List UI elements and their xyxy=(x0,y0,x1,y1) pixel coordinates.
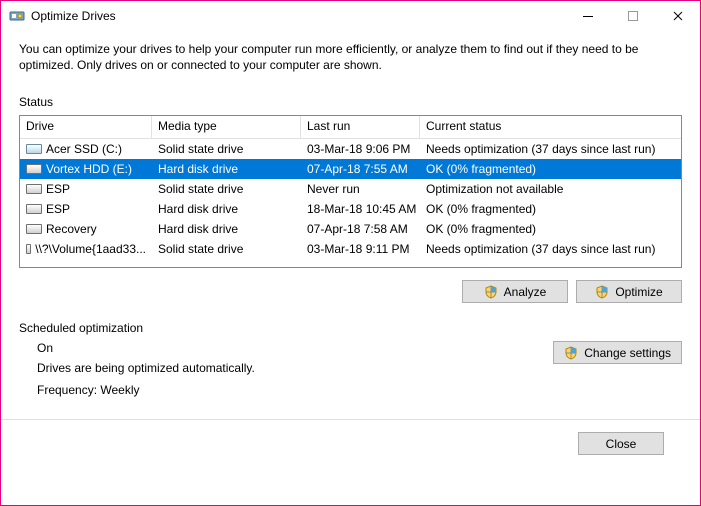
scheduled-label: Scheduled optimization xyxy=(19,321,682,335)
hdd-icon xyxy=(26,204,42,214)
drive-name: ESP xyxy=(46,202,70,216)
drive-name: Recovery xyxy=(46,222,97,236)
col-drive[interactable]: Drive xyxy=(20,116,152,139)
table-row[interactable]: Recovery Hard disk drive07-Apr-18 7:58 AM… xyxy=(20,219,681,239)
scheduled-freq: Frequency: Weekly xyxy=(37,383,533,397)
hdd-icon xyxy=(26,244,31,254)
drive-name: \\?\Volume{1aad33... xyxy=(35,242,146,256)
maximize-button[interactable] xyxy=(610,1,655,31)
intro-text: You can optimize your drives to help you… xyxy=(19,41,682,73)
col-status[interactable]: Current status xyxy=(420,116,681,139)
drive-media: Solid state drive xyxy=(152,182,301,196)
table-header: Drive Media type Last run Current status xyxy=(20,116,681,139)
change-settings-button[interactable]: Change settings xyxy=(553,341,682,364)
drive-name: Acer SSD (C:) xyxy=(46,142,122,156)
close-label: Close xyxy=(606,437,637,451)
ssd-icon xyxy=(26,144,42,154)
analyze-label: Analyze xyxy=(504,285,547,299)
status-label: Status xyxy=(19,95,682,109)
drive-media: Hard disk drive xyxy=(152,162,301,176)
scheduled-on: On xyxy=(37,341,533,355)
drive-last: 03-Mar-18 9:06 PM xyxy=(301,142,420,156)
close-button[interactable]: Close xyxy=(578,432,664,455)
table-row[interactable]: ESP Hard disk drive18-Mar-18 10:45 AMOK (… xyxy=(20,199,681,219)
minimize-button[interactable] xyxy=(565,1,610,31)
change-settings-label: Change settings xyxy=(584,346,671,360)
shield-icon xyxy=(564,346,578,360)
close-window-button[interactable] xyxy=(655,1,700,31)
drive-status: OK (0% fragmented) xyxy=(420,222,681,236)
shield-icon xyxy=(595,285,609,299)
drive-name: ESP xyxy=(46,182,70,196)
hdd-icon xyxy=(26,224,42,234)
drive-media: Solid state drive xyxy=(152,242,301,256)
drive-last: 07-Apr-18 7:55 AM xyxy=(301,162,420,176)
table-row[interactable]: \\?\Volume{1aad33... Solid state drive03-… xyxy=(20,239,681,259)
window-title: Optimize Drives xyxy=(31,9,565,23)
scheduled-desc: Drives are being optimized automatically… xyxy=(37,361,533,375)
titlebar: Optimize Drives xyxy=(1,1,700,31)
optimize-button[interactable]: Optimize xyxy=(576,280,682,303)
hdd-icon xyxy=(26,184,42,194)
drive-last: 07-Apr-18 7:58 AM xyxy=(301,222,420,236)
drive-status: Needs optimization (37 days since last r… xyxy=(420,242,681,256)
drive-status: OK (0% fragmented) xyxy=(420,162,681,176)
app-icon xyxy=(9,8,25,24)
drive-status: OK (0% fragmented) xyxy=(420,202,681,216)
table-row[interactable]: Acer SSD (C:) Solid state drive03-Mar-18 … xyxy=(20,139,681,159)
drive-last: Never run xyxy=(301,182,420,196)
drive-status: Needs optimization (37 days since last r… xyxy=(420,142,681,156)
drive-media: Hard disk drive xyxy=(152,222,301,236)
table-row[interactable]: ESP Solid state driveNever runOptimizatio… xyxy=(20,179,681,199)
col-media[interactable]: Media type xyxy=(152,116,301,139)
hdd-icon xyxy=(26,164,42,174)
table-row[interactable]: Vortex HDD (E:) Hard disk drive07-Apr-18 … xyxy=(20,159,681,179)
drive-last: 18-Mar-18 10:45 AM xyxy=(301,202,420,216)
scheduled-info: On Drives are being optimized automatica… xyxy=(19,341,533,405)
drive-media: Solid state drive xyxy=(152,142,301,156)
drive-status: Optimization not available xyxy=(420,182,681,196)
optimize-label: Optimize xyxy=(615,285,662,299)
drive-last: 03-Mar-18 9:11 PM xyxy=(301,242,420,256)
shield-icon xyxy=(484,285,498,299)
drive-name: Vortex HDD (E:) xyxy=(46,162,132,176)
drives-table: Drive Media type Last run Current status… xyxy=(19,115,682,268)
analyze-button[interactable]: Analyze xyxy=(462,280,568,303)
drive-media: Hard disk drive xyxy=(152,202,301,216)
col-last[interactable]: Last run xyxy=(301,116,420,139)
